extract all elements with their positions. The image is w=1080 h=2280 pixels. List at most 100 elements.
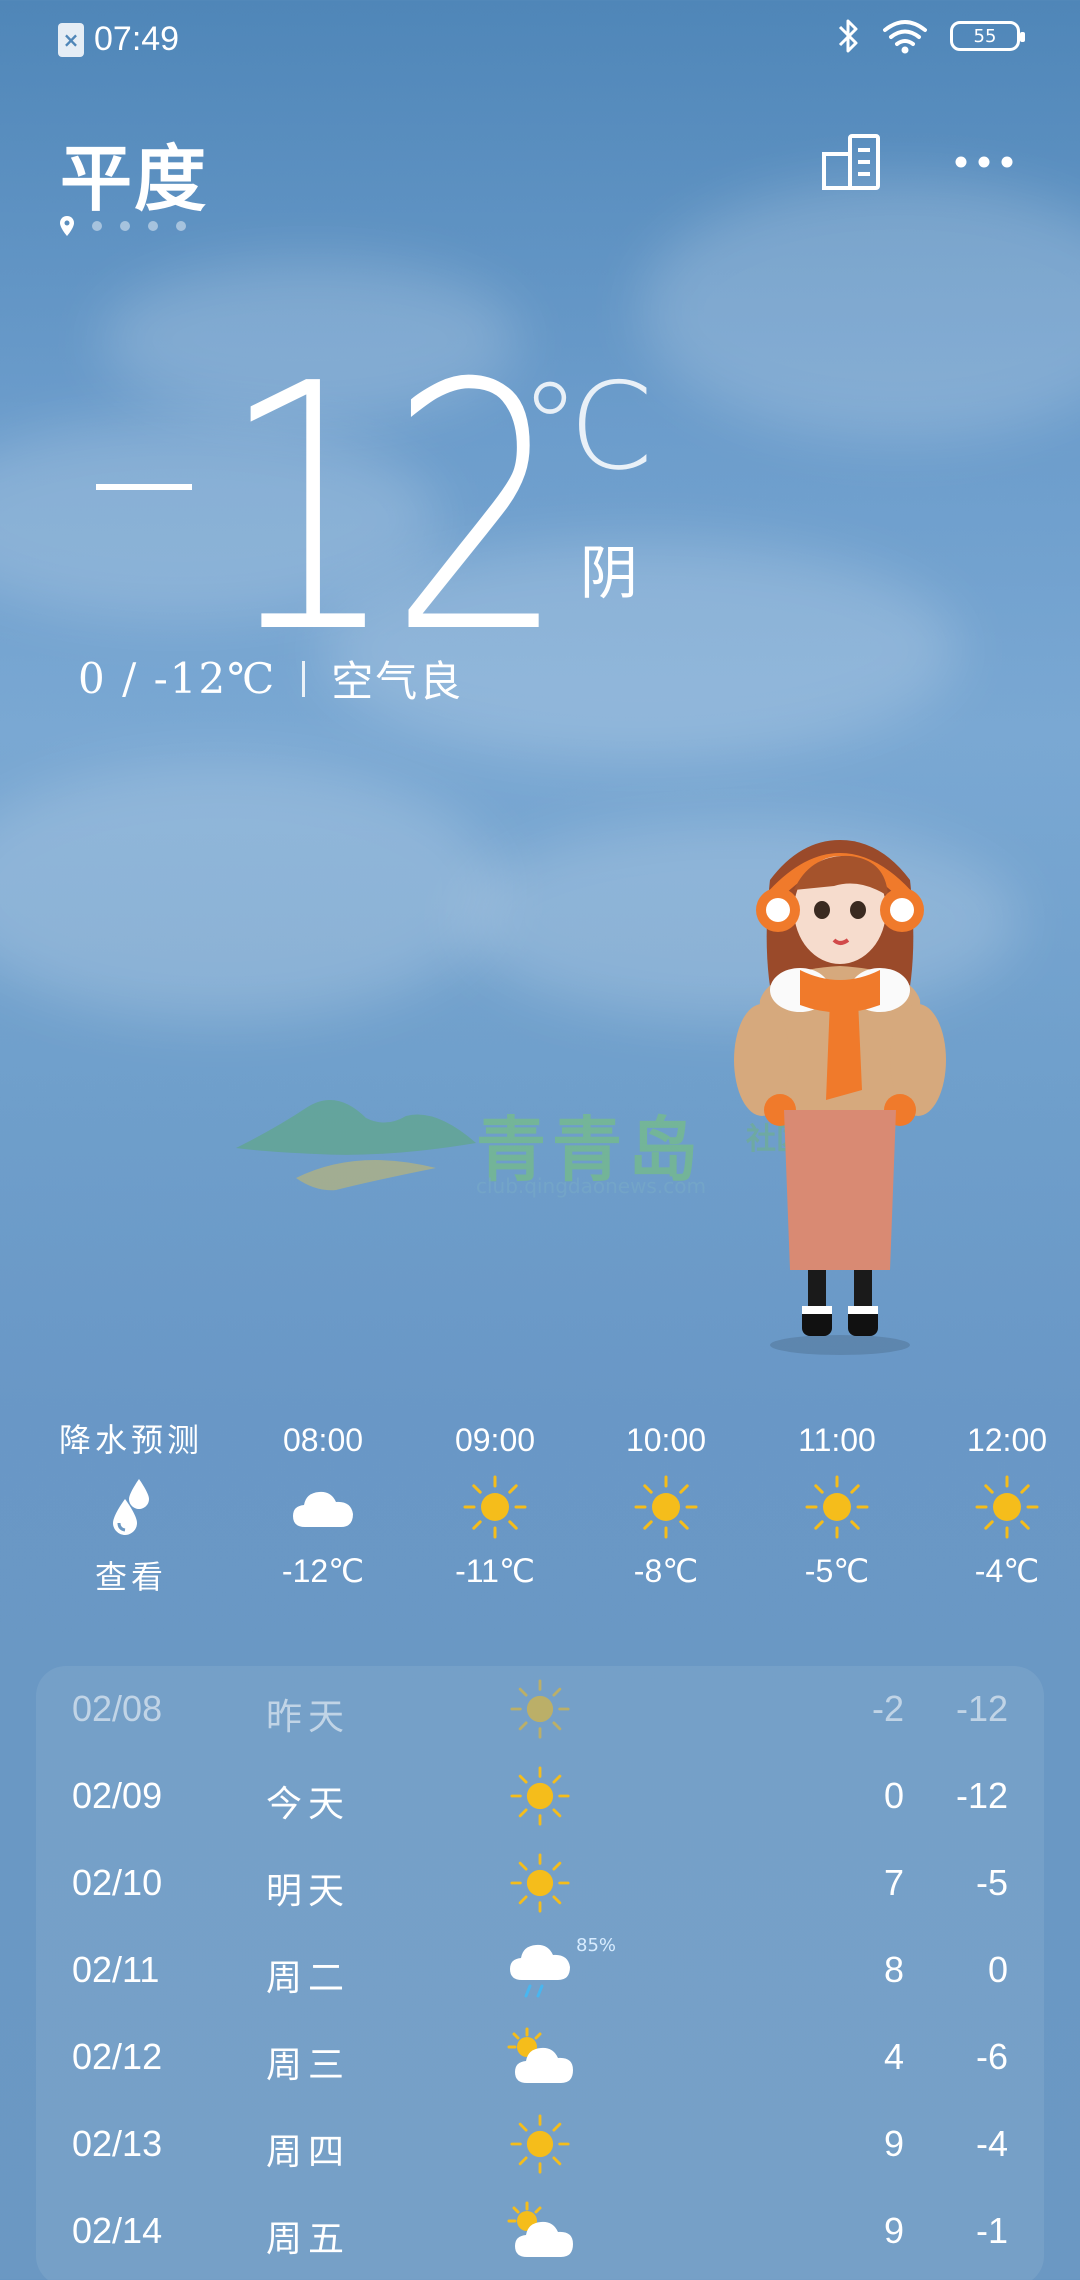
precip-probability: 85% xyxy=(576,1935,617,1956)
precip-view-link[interactable]: 查看 xyxy=(56,1552,206,1598)
day-row-today[interactable]: 02/09 今天 0 -12 xyxy=(36,1753,1044,1840)
day-icon-wrap xyxy=(500,1676,580,1742)
sun-icon xyxy=(510,1766,570,1826)
high-low-temp: 0 / -12℃ xyxy=(78,654,277,703)
cloud-icon xyxy=(293,1491,353,1527)
hour-time: 08:00 xyxy=(282,1422,364,1458)
day-low: 0 xyxy=(987,1949,1008,1990)
location-pin-icon xyxy=(60,216,74,236)
status-right: 55 xyxy=(836,18,1025,54)
temperature-unit: ℃ xyxy=(520,358,655,497)
hour-item: 09:00 -11℃ xyxy=(420,1418,570,1590)
day-icon-wrap xyxy=(500,1850,580,1916)
status-time: 07:49 xyxy=(94,20,180,58)
day-low: -12 xyxy=(955,1775,1008,1816)
bluetooth-icon xyxy=(838,19,858,53)
status-bar: × 07:49 55 xyxy=(0,0,1080,84)
day-low: -12 xyxy=(955,1688,1008,1729)
day-name: 明天 xyxy=(266,1871,351,1912)
hour-time: 11:00 xyxy=(798,1422,876,1458)
day-name: 周三 xyxy=(266,2045,351,2086)
sun-icon xyxy=(463,1475,527,1539)
day-row-fri[interactable]: 02/14 周五 9 -1 xyxy=(36,2188,1044,2275)
day-date: 02/10 xyxy=(72,1862,163,1903)
temperature-minus-sign xyxy=(96,484,192,490)
raindrop-icon-wrap xyxy=(56,1462,206,1552)
sun-icon xyxy=(975,1475,1039,1539)
sim-off-icon: × xyxy=(58,22,84,57)
day-icon-wrap xyxy=(500,2111,580,2177)
mountain-logo-icon xyxy=(236,1100,476,1191)
day-low: -5 xyxy=(975,1862,1008,1903)
hour-temp: -5℃ xyxy=(804,1553,870,1589)
day-date: 02/14 xyxy=(72,2210,163,2251)
raindrop-icon xyxy=(113,1479,149,1535)
page-indicator xyxy=(60,216,186,236)
sun-icon xyxy=(510,1853,570,1913)
day-low: -1 xyxy=(975,2210,1008,2251)
separator xyxy=(302,660,306,697)
wifi-icon xyxy=(883,20,927,54)
hour-time: 10:00 xyxy=(625,1422,707,1458)
city-list-icon xyxy=(822,134,880,190)
hour-temp: -4℃ xyxy=(974,1553,1040,1589)
sun-icon xyxy=(510,2114,570,2174)
city-list-button[interactable] xyxy=(816,126,888,198)
battery-indicator: 55 xyxy=(950,21,1025,51)
page-dot xyxy=(120,221,130,231)
day-row-tomorrow[interactable]: 02/10 明天 7 -5 xyxy=(36,1840,1044,1927)
partly-cloudy-icon xyxy=(507,2027,573,2083)
day-date: 02/08 xyxy=(72,1688,163,1729)
page-dot xyxy=(92,221,102,231)
day-icon-wrap xyxy=(500,2198,580,2264)
air-quality[interactable]: 空气良 xyxy=(331,648,463,709)
weather-condition: 阴 xyxy=(580,539,639,607)
day-name: 周二 xyxy=(266,1958,351,1999)
day-name: 周五 xyxy=(266,2219,351,2260)
day-row-yesterday[interactable]: 02/08 昨天 -2 -12 xyxy=(36,1666,1044,1753)
day-low: -4 xyxy=(975,2123,1008,2164)
day-name: 周四 xyxy=(266,2132,351,2173)
avatar-girl-illustration xyxy=(734,840,946,1355)
day-icon-wrap xyxy=(500,1763,580,1829)
day-high: 4 xyxy=(883,2036,904,2077)
current-temperature: 12 xyxy=(220,312,567,708)
today-summary[interactable]: 0 / -12℃ 空气良 xyxy=(78,648,463,709)
rain-cloud-icon xyxy=(510,1944,570,1998)
hour-temp: -12℃ xyxy=(281,1553,365,1589)
watermark-url: club.qingdaonews.com xyxy=(476,1174,706,1198)
day-row-wed[interactable]: 02/12 周三 4 -6 xyxy=(36,2014,1044,2101)
day-date: 02/12 xyxy=(72,2036,163,2077)
hour-icon-wrap xyxy=(932,1462,1080,1552)
hour-time: 12:00 xyxy=(966,1422,1048,1458)
precip-forecast[interactable]: 降水预测 查看 xyxy=(56,1418,206,1598)
page-dot xyxy=(176,221,186,231)
day-date: 02/13 xyxy=(72,2123,163,2164)
hour-time: 09:00 xyxy=(454,1422,536,1458)
day-high: 9 xyxy=(883,2210,904,2251)
hour-item: 12:00 -4℃ xyxy=(932,1418,1080,1590)
more-icon xyxy=(955,156,1013,168)
day-row-tue[interactable]: 02/11 周二 85% 8 0 xyxy=(36,1927,1044,2014)
partly-cloudy-icon xyxy=(507,2201,573,2257)
hour-item: 08:00 -12℃ xyxy=(248,1418,398,1590)
hour-icon-wrap xyxy=(420,1462,570,1552)
day-date: 02/09 xyxy=(72,1775,163,1816)
day-row-thu[interactable]: 02/13 周四 9 -4 xyxy=(36,2101,1044,2188)
day-name: 昨天 xyxy=(266,1697,351,1738)
more-button[interactable] xyxy=(948,126,1020,198)
hour-icon-wrap xyxy=(248,1462,398,1552)
hour-temp: -11℃ xyxy=(455,1553,535,1589)
city-name[interactable]: 平度 xyxy=(60,120,208,225)
hour-icon-wrap xyxy=(762,1462,912,1552)
day-high: 8 xyxy=(883,1949,904,1990)
hourly-forecast[interactable]: 降水预测 查看 08:00 -12℃ 09:00 -11℃ 10:00 -8℃ … xyxy=(0,1418,1080,1598)
page-dot xyxy=(148,221,158,231)
hour-item: 10:00 -8℃ xyxy=(591,1418,741,1590)
daily-forecast-card[interactable]: 02/08 昨天 -2 -12 02/09 今天 0 -12 02/10 明天 … xyxy=(36,1666,1044,2280)
day-high: -2 xyxy=(871,1688,904,1729)
day-high: 9 xyxy=(883,2123,904,2164)
status-left: × 07:49 xyxy=(58,20,179,59)
hour-icon-wrap xyxy=(591,1462,741,1552)
hour-item: 11:00 -5℃ xyxy=(762,1418,912,1590)
